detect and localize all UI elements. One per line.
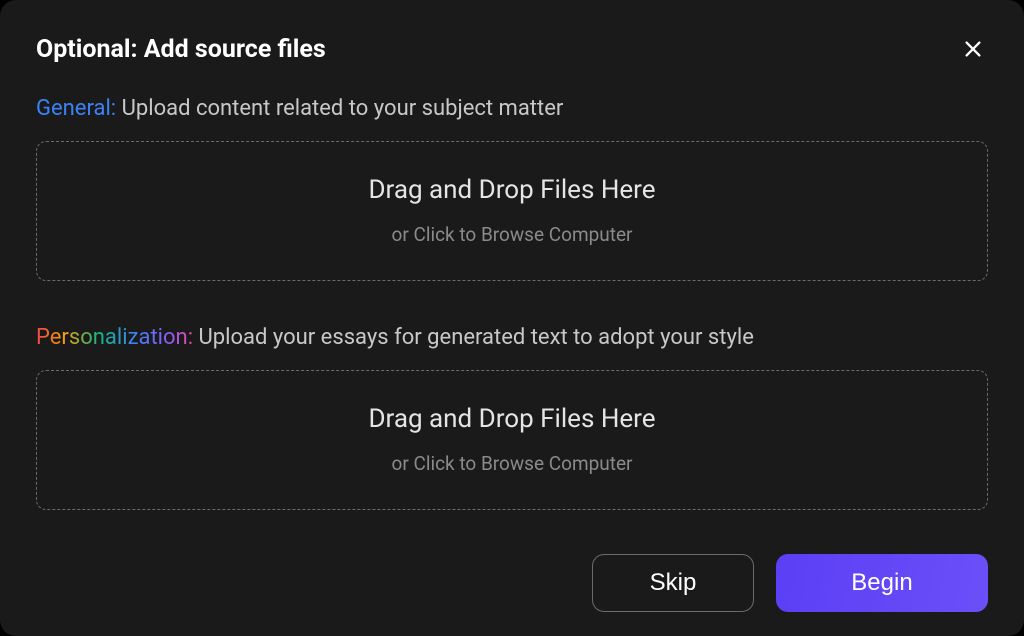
personalization-section-header: Personalization: Upload your essays for … — [36, 325, 988, 350]
general-description: Upload content related to your subject m… — [116, 96, 563, 121]
dropzone-title: Drag and Drop Files Here — [368, 175, 655, 205]
personalization-section: Personalization: Upload your essays for … — [36, 325, 988, 510]
personalization-description: Upload your essays for generated text to… — [193, 325, 754, 350]
button-row: Skip Begin — [36, 554, 988, 612]
skip-button[interactable]: Skip — [592, 554, 754, 612]
begin-button[interactable]: Begin — [776, 554, 988, 612]
close-icon — [962, 38, 984, 60]
modal-header: Optional: Add source files — [36, 34, 988, 64]
general-section-header: General: Upload content related to your … — [36, 96, 988, 121]
dropzone-subtitle: or Click to Browse Computer — [392, 223, 633, 246]
general-section: General: Upload content related to your … — [36, 96, 988, 281]
general-dropzone[interactable]: Drag and Drop Files Here or Click to Bro… — [36, 141, 988, 281]
close-button[interactable] — [958, 34, 988, 64]
add-source-files-modal: Optional: Add source files General: Uplo… — [0, 0, 1024, 636]
personalization-label: Personalization: — [36, 325, 193, 350]
dropzone-title: Drag and Drop Files Here — [368, 404, 655, 434]
personalization-dropzone[interactable]: Drag and Drop Files Here or Click to Bro… — [36, 370, 988, 510]
modal-title: Optional: Add source files — [36, 35, 326, 64]
dropzone-subtitle: or Click to Browse Computer — [392, 452, 633, 475]
general-label: General: — [36, 96, 116, 121]
